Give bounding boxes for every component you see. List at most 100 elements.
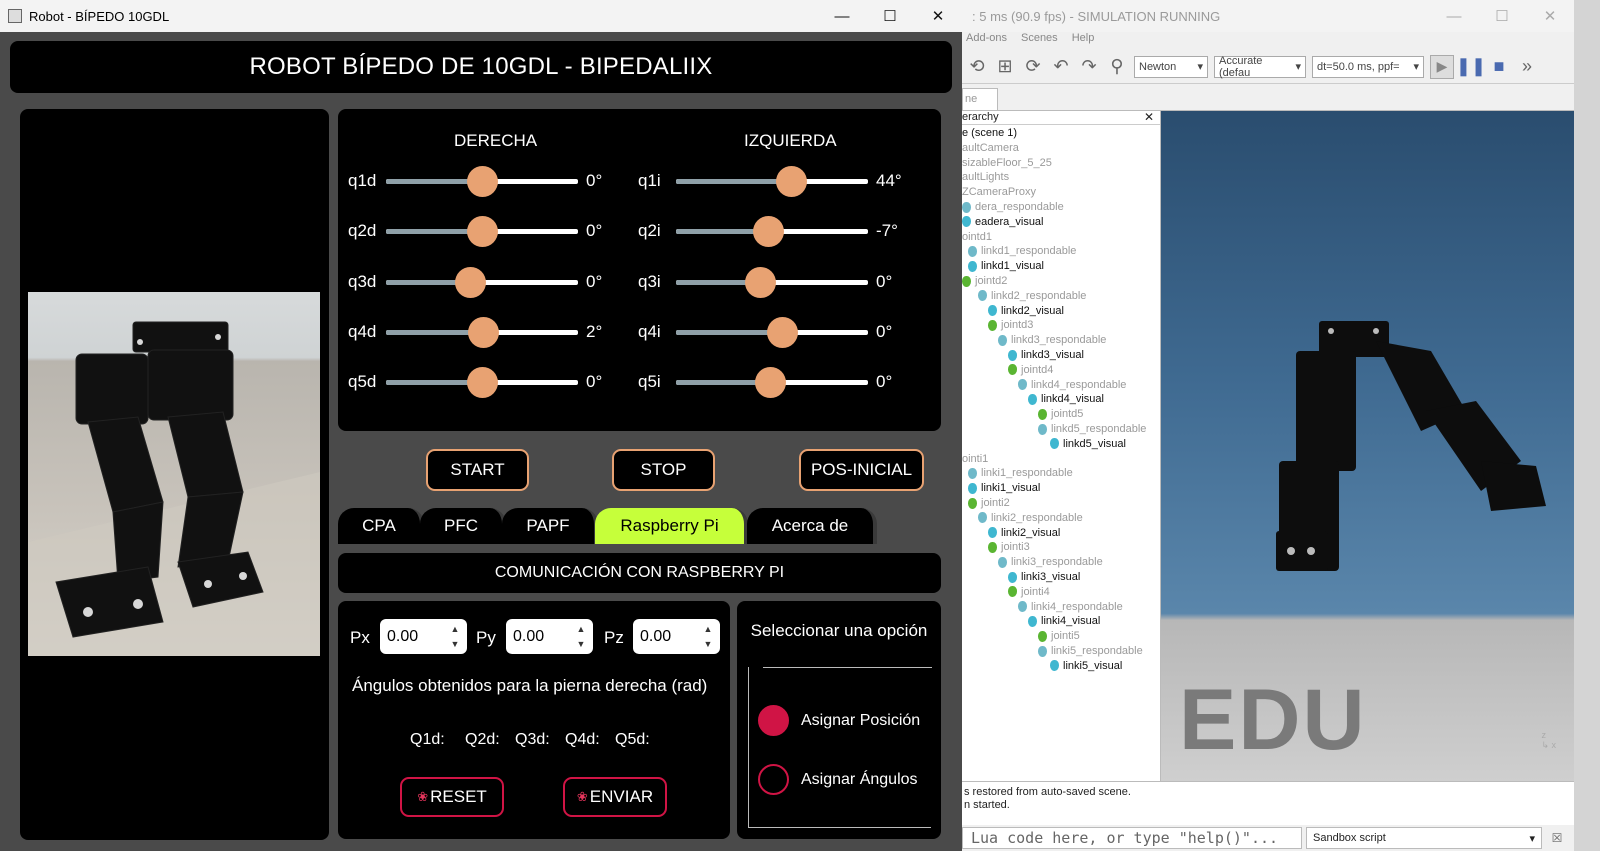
slider-q5i[interactable]	[676, 366, 868, 398]
enviar-button[interactable]: ❀ ENVIAR	[563, 777, 667, 817]
slider-q4i[interactable]	[676, 316, 868, 348]
tab-papf[interactable]: PAPF	[502, 508, 598, 544]
menu-scenes[interactable]: Scenes	[1021, 32, 1058, 48]
tab-cpa[interactable]: CPA	[338, 508, 424, 544]
close-icon[interactable]: ✕	[1526, 0, 1574, 32]
slider-thumb[interactable]	[776, 165, 808, 197]
py-spinbox[interactable]: 0.00 ▲ ▼	[506, 619, 593, 654]
slider-q2d[interactable]	[386, 215, 578, 247]
hierarchy-item[interactable]: linki2_visual	[988, 527, 1060, 539]
timestep-select[interactable]: dt=50.0 ms, ppf= ▾	[1312, 55, 1424, 78]
reset-button[interactable]: ❀ RESET	[400, 777, 504, 817]
minimize-icon[interactable]: —	[818, 0, 866, 32]
hierarchy-item[interactable]: ointd1	[962, 231, 992, 243]
hierarchy-item[interactable]: linki5_visual	[1050, 660, 1122, 672]
slider-thumb[interactable]	[766, 316, 798, 348]
close-icon[interactable]: ✕	[914, 0, 962, 32]
hierarchy-item[interactable]: aultLights	[962, 171, 1009, 183]
hierarchy-item[interactable]: linkd4_visual	[1028, 393, 1104, 405]
hierarchy-item[interactable]: linki4_visual	[1028, 615, 1100, 627]
spin-down-icon[interactable]: ▼	[573, 637, 589, 651]
hierarchy-item[interactable]: jointd3	[988, 319, 1033, 331]
move-object-icon[interactable]: ⊞	[994, 56, 1016, 78]
slider-thumb[interactable]	[755, 366, 787, 398]
tab-raspberry-pi[interactable]: Raspberry Pi	[595, 508, 748, 544]
hierarchy-item[interactable]: jointd2	[962, 275, 1007, 287]
slider-q2i[interactable]	[676, 215, 868, 247]
radio-asignar-posicion[interactable]: Asignar Posición	[758, 705, 920, 736]
slider-thumb[interactable]	[467, 316, 499, 348]
hierarchy-item[interactable]: ointi1	[962, 453, 988, 465]
hierarchy-item[interactable]: linkd4_respondable	[1018, 379, 1126, 391]
hierarchy-item[interactable]: jointd4	[1008, 364, 1053, 376]
slider-thumb[interactable]	[467, 215, 498, 247]
pz-spinbox[interactable]: 0.00 ▲ ▼	[633, 619, 720, 654]
engine-select[interactable]: Newton ▾	[1134, 55, 1208, 78]
spin-down-icon[interactable]: ▼	[700, 637, 716, 651]
slider-q3i[interactable]	[676, 266, 868, 298]
hierarchy-item[interactable]: linki3_respondable	[998, 556, 1103, 568]
slider-thumb[interactable]	[753, 215, 785, 247]
stop-icon[interactable]: ■	[1488, 56, 1510, 78]
hierarchy-item[interactable]: aultCamera	[962, 142, 1019, 154]
hierarchy-item[interactable]: linki1_respondable	[968, 467, 1073, 479]
scene-tab[interactable]: ne	[962, 88, 998, 110]
hierarchy-item[interactable]: jointi5	[1038, 630, 1080, 642]
maximize-icon[interactable]: ☐	[1478, 0, 1526, 32]
hierarchy-item[interactable]: jointi3	[988, 541, 1030, 553]
hierarchy-item[interactable]: eadera_visual	[962, 216, 1044, 228]
slider-q1i[interactable]	[676, 165, 868, 197]
hierarchy-item[interactable]: jointi2	[968, 497, 1010, 509]
hierarchy-item[interactable]: linkd2_respondable	[978, 290, 1086, 302]
close-icon[interactable]: ✕	[1144, 111, 1154, 124]
hierarchy-item[interactable]: linki2_respondable	[978, 512, 1083, 524]
hierarchy-item[interactable]: linkd5_respondable	[1038, 423, 1146, 435]
pick-icon[interactable]: ⚲	[1106, 56, 1128, 78]
hierarchy-item[interactable]: linkd3_respondable	[998, 334, 1106, 346]
pause-icon[interactable]: ❚❚	[1456, 56, 1486, 78]
slider-q1d[interactable]	[386, 165, 578, 197]
spin-up-icon[interactable]: ▲	[573, 622, 589, 636]
hierarchy-item[interactable]: jointi4	[1008, 586, 1050, 598]
hierarchy-item[interactable]: linki1_visual	[968, 482, 1040, 494]
more-icon[interactable]: »	[1516, 56, 1538, 78]
hierarchy-item[interactable]: dera_respondable	[962, 201, 1064, 213]
radio-asignar-angulos[interactable]: Asignar Ángulos	[758, 764, 918, 795]
maximize-icon[interactable]: ☐	[866, 0, 914, 32]
slider-q5d[interactable]	[386, 366, 578, 398]
hierarchy-item[interactable]: linki3_visual	[1008, 571, 1080, 583]
spin-up-icon[interactable]: ▲	[700, 622, 716, 636]
tab-pfc[interactable]: PFC	[420, 508, 506, 544]
rotate-camera-icon[interactable]: ⟲	[966, 56, 988, 78]
hierarchy-item[interactable]: ZCameraProxy	[962, 186, 1036, 198]
accuracy-select[interactable]: Accurate (defau ▾	[1214, 55, 1306, 79]
menu-help[interactable]: Help	[1072, 32, 1095, 48]
spin-up-icon[interactable]: ▲	[447, 622, 463, 636]
minimize-icon[interactable]: —	[1430, 0, 1478, 32]
close-icon[interactable]: ☒	[1546, 827, 1568, 849]
undo-icon[interactable]: ↶	[1050, 56, 1072, 78]
hierarchy-item[interactable]: linkd2_visual	[988, 305, 1064, 317]
hierarchy-item[interactable]: linkd5_visual	[1050, 438, 1126, 450]
hierarchy-item[interactable]: linkd1_respondable	[968, 245, 1076, 257]
stop-button[interactable]: STOP	[612, 449, 715, 491]
spin-down-icon[interactable]: ▼	[447, 637, 463, 651]
slider-thumb[interactable]	[467, 366, 498, 398]
hierarchy-item[interactable]: linkd1_visual	[968, 260, 1044, 272]
hierarchy-item[interactable]: jointd5	[1038, 408, 1083, 420]
redo-icon[interactable]: ↷	[1078, 56, 1100, 78]
hierarchy-item[interactable]: sizableFloor_5_25	[962, 157, 1052, 169]
hierarchy-item[interactable]: linki4_respondable	[1018, 601, 1123, 613]
px-spinbox[interactable]: 0.00 ▲ ▼	[380, 619, 467, 654]
start-button[interactable]: START	[426, 449, 529, 491]
rotate-object-icon[interactable]: ⟳	[1022, 56, 1044, 78]
play-icon[interactable]: ▶	[1430, 54, 1454, 79]
slider-thumb[interactable]	[745, 266, 777, 298]
slider-thumb[interactable]	[455, 266, 487, 298]
slider-thumb[interactable]	[467, 165, 498, 197]
sim-3d-viewport[interactable]: EDU z ↳ x	[1161, 111, 1574, 781]
hierarchy-item[interactable]: linkd3_visual	[1008, 349, 1084, 361]
menu-add-ons[interactable]: Add-ons	[966, 32, 1007, 48]
pos-inicial-button[interactable]: POS-INICIAL	[799, 449, 924, 491]
slider-q3d[interactable]	[386, 266, 578, 298]
